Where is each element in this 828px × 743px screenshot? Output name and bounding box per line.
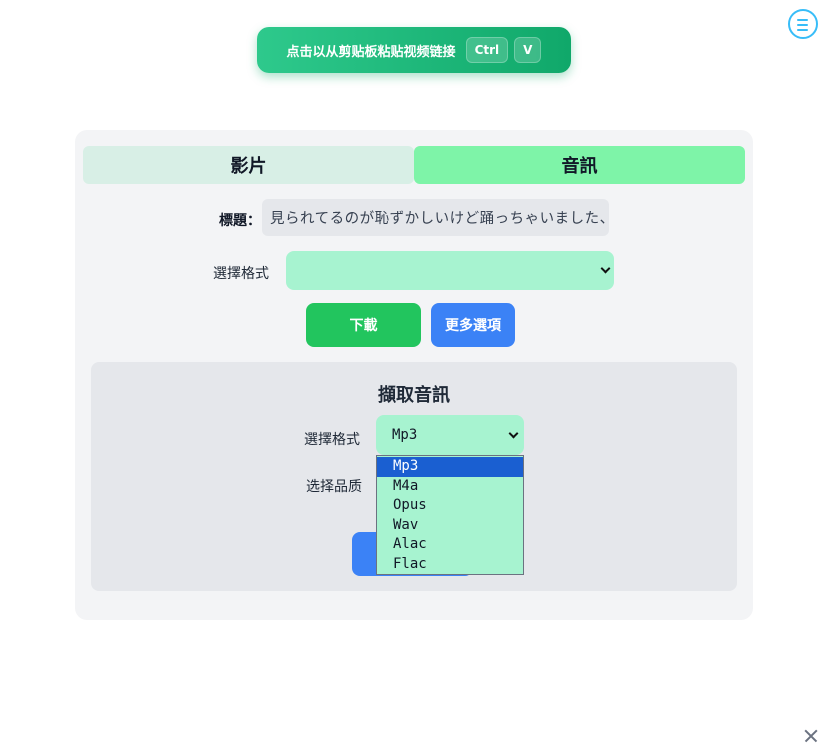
paste-from-clipboard-button[interactable]: 点击以从剪贴板粘贴视频链接 Ctrl V bbox=[257, 27, 571, 73]
option-wav[interactable]: Wav bbox=[377, 516, 523, 536]
tab-audio[interactable]: 音訊 bbox=[414, 146, 745, 184]
format-select[interactable] bbox=[286, 251, 614, 290]
v-key-hint: V bbox=[514, 37, 542, 63]
close-icon[interactable] bbox=[804, 729, 818, 743]
more-options-button[interactable]: 更多選項 bbox=[431, 303, 515, 347]
tab-video[interactable]: 影片 bbox=[83, 146, 414, 184]
quality-label: 选择品质 bbox=[306, 479, 362, 495]
chevron-down-icon bbox=[508, 428, 519, 439]
option-alac[interactable]: Alac bbox=[377, 535, 523, 555]
audio-format-select[interactable]: Mp3 bbox=[376, 415, 524, 455]
title-label: 標題： bbox=[219, 213, 261, 229]
panel-title: 擷取音訊 bbox=[378, 385, 450, 406]
title-field[interactable]: 見られてるのが恥ずかしいけど踊っちゃいました、 bbox=[262, 199, 609, 236]
option-opus[interactable]: Opus bbox=[377, 496, 523, 516]
chevron-down-icon bbox=[600, 263, 611, 274]
ctrl-key-hint: Ctrl bbox=[465, 37, 509, 63]
paste-button-label: 点击以从剪贴板粘贴视频链接 bbox=[286, 44, 456, 60]
option-mp3[interactable]: Mp3 bbox=[377, 457, 523, 477]
hamburger-menu-icon[interactable] bbox=[788, 9, 818, 39]
format-dropdown-list[interactable]: Mp3 M4a Opus Wav Alac Flac bbox=[376, 455, 524, 575]
download-button[interactable]: 下載 bbox=[306, 303, 421, 347]
audio-format-value: Mp3 bbox=[392, 427, 418, 443]
format-label: 選擇格式 bbox=[213, 266, 269, 282]
option-m4a[interactable]: M4a bbox=[377, 477, 523, 497]
audio-format-label: 選擇格式 bbox=[304, 432, 360, 448]
option-flac[interactable]: Flac bbox=[377, 555, 523, 575]
